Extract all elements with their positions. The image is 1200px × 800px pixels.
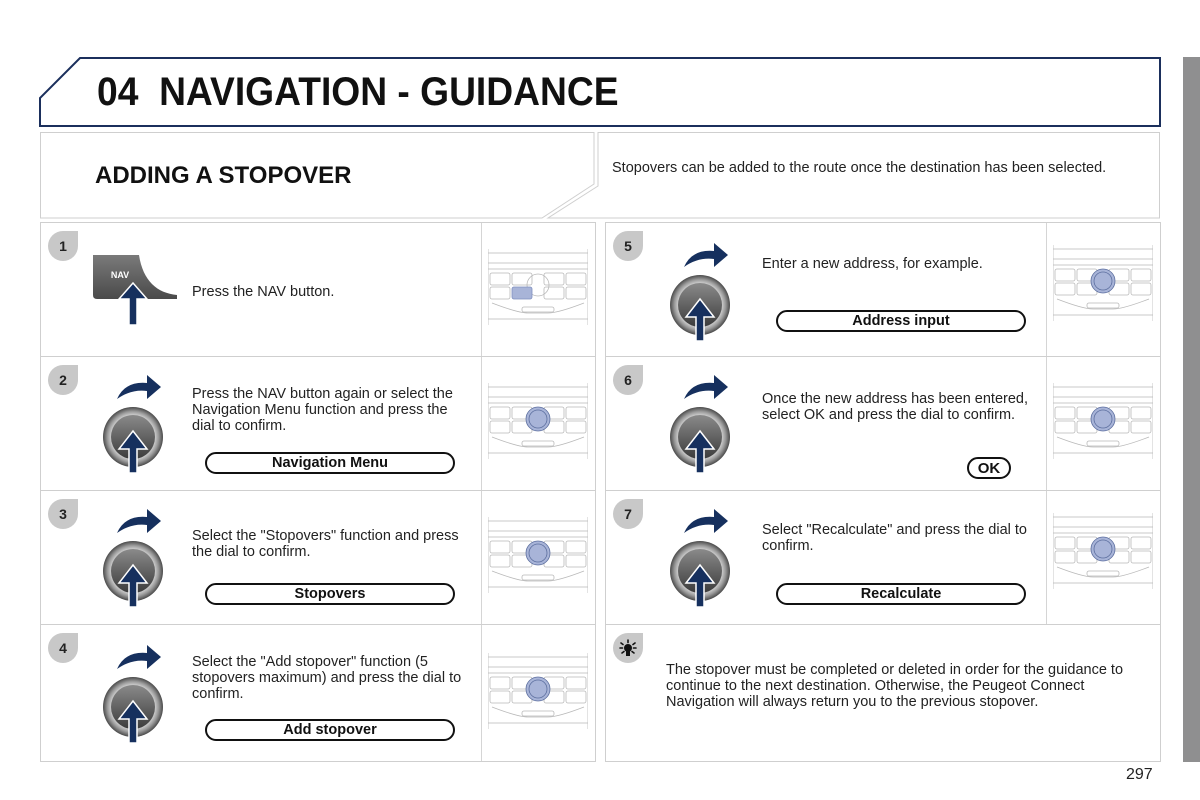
panel-thumbnail-dial-highlight bbox=[487, 651, 589, 736]
step-number: 2 bbox=[48, 365, 78, 395]
rotate-and-press-dial-icon bbox=[103, 643, 167, 750]
section-heading: ADDING A STOPOVER bbox=[95, 162, 352, 189]
step-number: 6 bbox=[613, 365, 643, 395]
panel-thumbnail-nav-highlight bbox=[487, 247, 589, 332]
step-card-3: 3 Select the "Stopovers" function and pr… bbox=[40, 490, 596, 626]
rotate-and-press-dial-icon bbox=[670, 373, 734, 480]
step-number: 7 bbox=[613, 499, 643, 529]
step-number: 3 bbox=[48, 499, 78, 529]
add-stopover-button[interactable]: Add stopover bbox=[205, 719, 455, 741]
tip-text: The stopover must be completed or delete… bbox=[666, 662, 1124, 710]
tip-card: The stopover must be completed or delete… bbox=[605, 624, 1161, 762]
chapter-title: 04 NAVIGATION - GUIDANCE bbox=[97, 70, 619, 115]
rotate-and-press-dial-icon bbox=[103, 507, 167, 614]
panel-thumbnail-dial-highlight bbox=[1052, 381, 1154, 466]
address-input-button[interactable]: Address input bbox=[776, 310, 1026, 332]
divider bbox=[481, 625, 482, 761]
step-text: Select the "Add stopover" function (5 st… bbox=[192, 654, 462, 702]
step-number: 1 bbox=[48, 231, 78, 261]
chapter-side-tab bbox=[1183, 57, 1200, 762]
nav-button-press-icon: NAV bbox=[91, 253, 181, 333]
divider bbox=[481, 357, 482, 491]
divider bbox=[1046, 357, 1047, 491]
step-card-7: 7 Select "Recalculate" and press the dia… bbox=[605, 490, 1161, 626]
step-text: Select the "Stopovers" function and pres… bbox=[192, 528, 459, 560]
divider bbox=[1046, 223, 1047, 357]
step-card-6: 6 Once the new address has been entered,… bbox=[605, 356, 1161, 492]
step-text: Enter a new address, for example. bbox=[762, 256, 983, 272]
step-text: Press the NAV button again or select the… bbox=[192, 386, 453, 434]
recalculate-button[interactable]: Recalculate bbox=[776, 583, 1026, 605]
panel-thumbnail-dial-highlight bbox=[1052, 511, 1154, 596]
divider bbox=[481, 223, 482, 357]
panel-thumbnail-dial-highlight bbox=[487, 381, 589, 466]
panel-thumbnail-dial-highlight bbox=[1052, 243, 1154, 328]
ok-button[interactable]: OK bbox=[967, 457, 1011, 479]
step-text: Select "Recalculate" and press the dial … bbox=[762, 522, 1028, 554]
step-text: Press the NAV button. bbox=[192, 284, 335, 300]
step-text: Once the new address has been entered, s… bbox=[762, 391, 1029, 423]
step-number: 5 bbox=[613, 231, 643, 261]
divider bbox=[1046, 491, 1047, 625]
stopovers-button[interactable]: Stopovers bbox=[205, 583, 455, 605]
lightbulb-icon bbox=[613, 633, 643, 663]
chapter-name: NAVIGATION - GUIDANCE bbox=[159, 70, 619, 114]
rotate-and-press-dial-icon bbox=[103, 373, 167, 480]
step-card-2: 2 Press the NAV button again or select t… bbox=[40, 356, 596, 492]
intro-text: Stopovers can be added to the route once… bbox=[612, 160, 1107, 176]
divider bbox=[481, 491, 482, 625]
step-number: 4 bbox=[48, 633, 78, 663]
page-number: 297 bbox=[1126, 766, 1153, 783]
step-card-5: 5 Enter a new address, for example. Addr… bbox=[605, 222, 1161, 358]
rotate-and-press-dial-icon bbox=[670, 507, 734, 614]
nav-label: NAV bbox=[111, 270, 129, 280]
step-card-1: 1 NAV Press the NAV button. bbox=[40, 222, 596, 358]
chapter-number: 04 bbox=[97, 70, 139, 114]
step-card-4: 4 Select the "Add stopover" function (5 … bbox=[40, 624, 596, 762]
rotate-and-press-dial-icon bbox=[670, 241, 734, 348]
panel-thumbnail-dial-highlight bbox=[487, 515, 589, 600]
navigation-menu-button[interactable]: Navigation Menu bbox=[205, 452, 455, 474]
